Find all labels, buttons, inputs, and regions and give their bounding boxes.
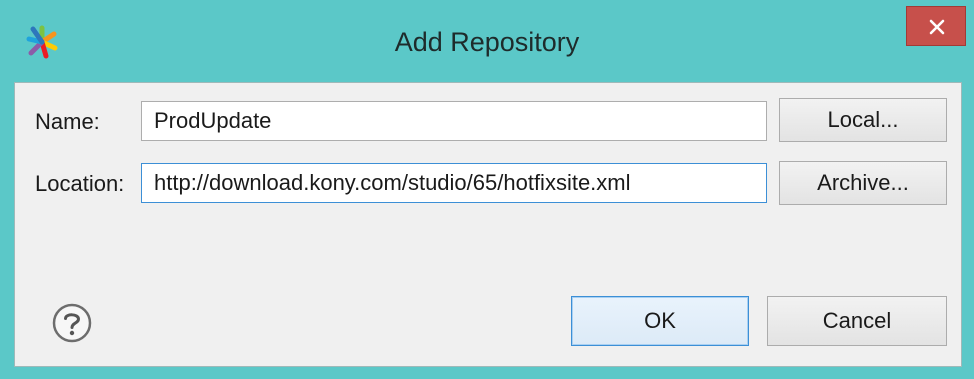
title-bar[interactable]: Add Repository	[0, 0, 974, 82]
dialog-title: Add Repository	[394, 27, 580, 57]
location-label: Location:	[35, 171, 125, 196]
name-label: Name:	[35, 109, 100, 134]
dialog-body: Name: Local... Location: Archive... OK C…	[14, 82, 962, 367]
name-input[interactable]	[141, 101, 767, 141]
ok-button[interactable]: OK	[571, 296, 749, 346]
close-icon	[929, 19, 945, 35]
local-button[interactable]: Local...	[779, 98, 947, 142]
location-input[interactable]	[141, 163, 767, 203]
add-repository-dialog: Add Repository Name: Local... Location: …	[0, 0, 974, 379]
cancel-button[interactable]: Cancel	[767, 296, 947, 346]
help-icon[interactable]	[51, 302, 93, 344]
archive-button[interactable]: Archive...	[779, 161, 947, 205]
close-button[interactable]	[906, 6, 966, 46]
